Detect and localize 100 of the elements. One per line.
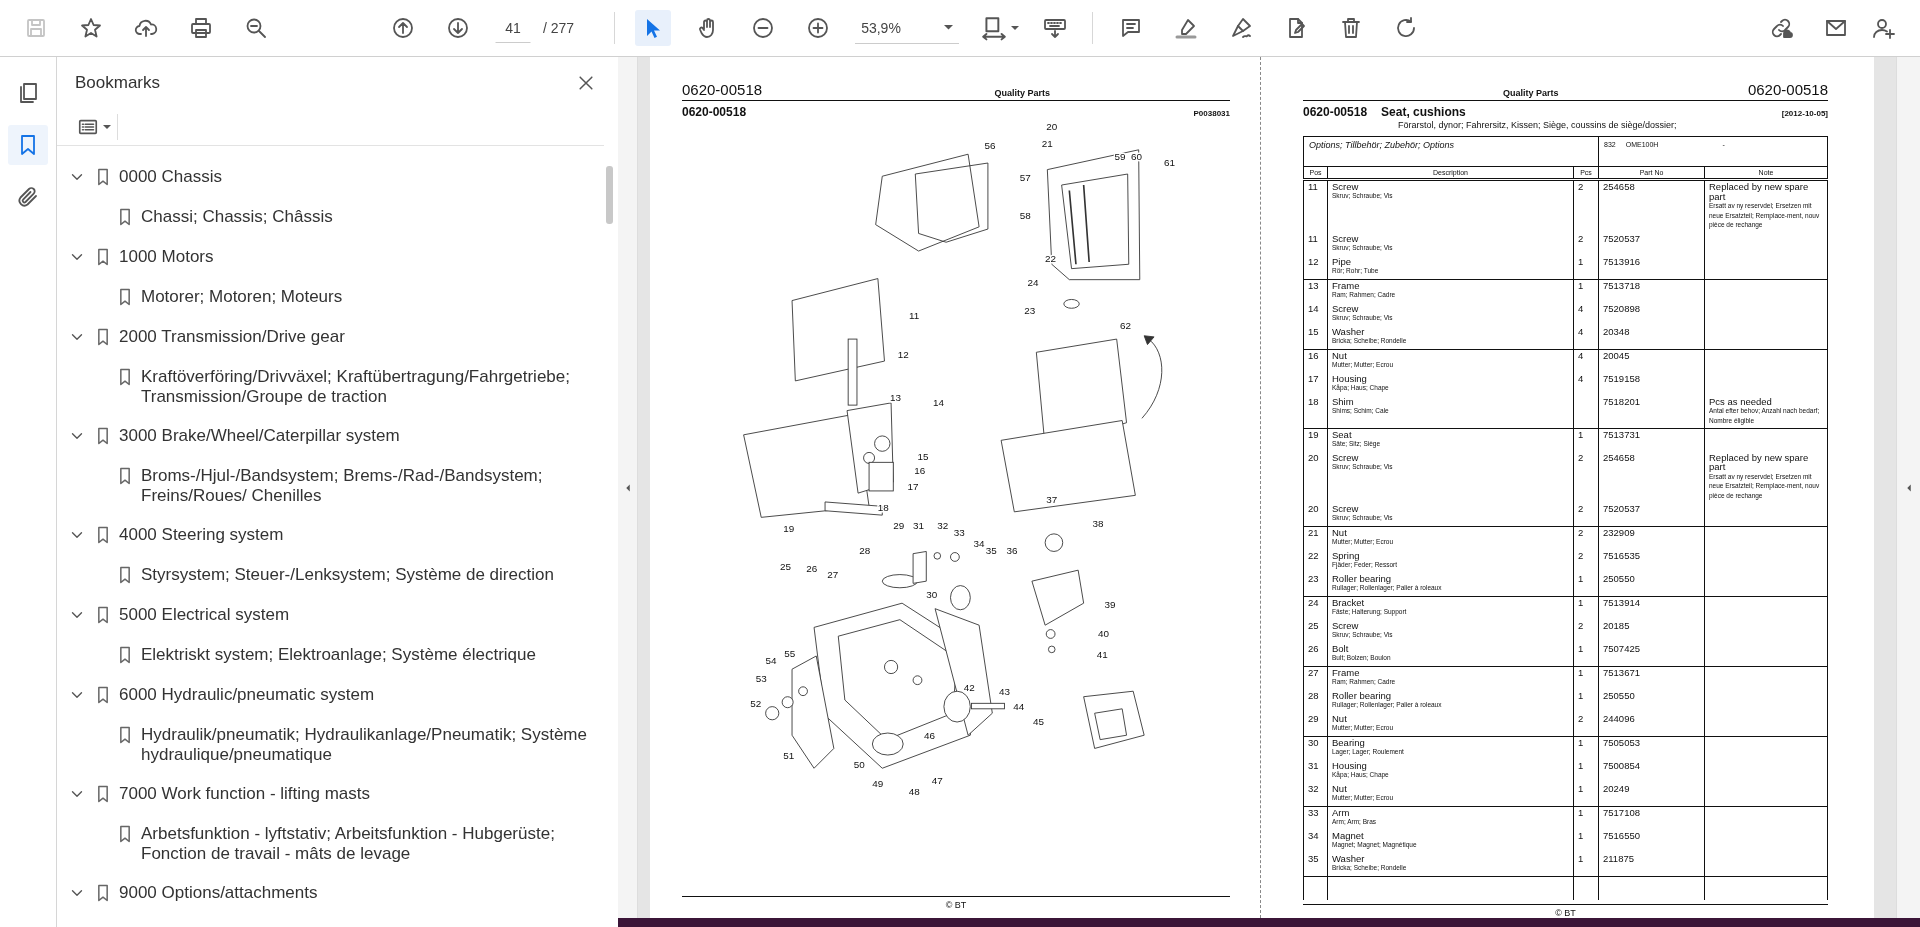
callout-number: 21 xyxy=(1041,137,1053,149)
table-cell: 35 xyxy=(1303,853,1328,877)
page-fit-button[interactable] xyxy=(981,15,1020,41)
table-cell: 7520537 xyxy=(1598,232,1705,256)
bookmark-item[interactable]: Kraftöverföring/Drivväxel; Kraftübertragung/Fahrgetriebe; Transmission/Groupe de traction xyxy=(141,366,592,407)
table-cell: 12 xyxy=(1303,255,1328,280)
bookmark-item[interactable]: 0000 Chassis xyxy=(119,166,222,187)
callout-number: 61 xyxy=(1163,157,1175,169)
table-cell: 254658 xyxy=(1598,179,1705,233)
callout-number: 40 xyxy=(1097,628,1109,640)
bookmark-item[interactable]: Elektriskt system; Elektroanlage; Système électrique xyxy=(141,644,536,665)
table-cell: 7513718 xyxy=(1598,279,1705,303)
bookmark-item[interactable]: 3000 Brake/Wheel/Caterpillar system xyxy=(119,425,400,446)
caret-icon xyxy=(944,25,954,30)
page-header: Quality Parts xyxy=(1503,88,1559,98)
table-cell: 28 xyxy=(1303,690,1328,714)
table-cell: 24 xyxy=(1303,596,1328,621)
bookmark-item[interactable]: Motorer; Motoren; Moteurs xyxy=(141,286,343,307)
table-cell: 7516550 xyxy=(1598,830,1705,854)
table-cell: 20045 xyxy=(1598,349,1705,373)
page-footer: © BT xyxy=(1555,908,1576,919)
bookmark-item[interactable]: Hydraulik/pneumatik; Hydraulikanlage/Pneumatik; Système hydraulique/pneumatique xyxy=(141,724,592,765)
bookmark-item[interactable]: 9000 Options/attachments xyxy=(119,882,318,903)
table-cell: 34 xyxy=(1303,830,1328,854)
part-name: Screw xyxy=(1332,504,1360,515)
bookmark-item[interactable]: 2000 Transmission/Drive gear xyxy=(119,326,345,347)
table-cell: 7518201 xyxy=(1598,395,1705,429)
bookmark-item[interactable]: Styrsystem; Steuer-/Lenksystem; Système de direction xyxy=(141,564,554,585)
table-cell: 1 xyxy=(1573,573,1599,597)
part-name: Roller bearing xyxy=(1332,691,1392,702)
table-cell: 11 xyxy=(1303,232,1328,256)
table-cell: 1 xyxy=(1573,255,1599,280)
revision-date: [2012-10-05] xyxy=(1781,109,1828,118)
callout-number: 26 xyxy=(806,563,818,575)
table-cell: 2 xyxy=(1573,232,1599,256)
part-name: Nut xyxy=(1332,350,1348,361)
options-label: Options; Tillbehör; Zubehör; Options xyxy=(1309,140,1454,150)
bookmark-item[interactable]: Broms-/Hjul-/Bandsystem; Brems-/Rad-/Bandsystem; Freins/Roues/ Chenilles xyxy=(141,465,592,506)
print-icon xyxy=(189,16,213,40)
part-name: Frame xyxy=(1332,668,1361,679)
bookmark-item[interactable]: Chassi; Chassis; Châssis xyxy=(141,206,333,227)
scrollbar-thumb[interactable] xyxy=(606,166,613,224)
table-cell: 21 xyxy=(1303,526,1328,551)
table-cell: 2 xyxy=(1573,503,1599,527)
bookmark-item[interactable]: 4000 Steering system xyxy=(119,524,284,545)
table-cell: 1 xyxy=(1573,596,1599,621)
part-name: Screw xyxy=(1332,182,1360,193)
table-cell: 7500854 xyxy=(1598,760,1705,784)
table-cell: 254658 xyxy=(1598,451,1705,504)
part-name: Bracket xyxy=(1332,598,1366,609)
zoom-in-icon xyxy=(806,16,831,40)
page-footer: © BT xyxy=(945,900,967,910)
table-cell: 20249 xyxy=(1598,783,1705,807)
table-cell: 29 xyxy=(1303,713,1328,737)
section-title: Seat, cushions xyxy=(1381,105,1466,119)
table-cell: 17 xyxy=(1303,372,1328,396)
callout-number: 49 xyxy=(872,777,884,789)
bookmark-item[interactable]: Arbetsfunktion - lyftstativ; Arbeitsfunktion - Hubgerüste; Fonction de travail - mâts de levage xyxy=(141,823,592,864)
bookmark-item[interactable]: 7000 Work function - lifting masts xyxy=(119,783,370,804)
callout-number: 47 xyxy=(931,774,943,786)
callout-number: 31 xyxy=(913,520,925,532)
table-cell: 2 xyxy=(1573,620,1599,644)
table-cell: 7505053 xyxy=(1598,736,1705,761)
table-cell: 15 xyxy=(1303,325,1328,350)
bookmark-item[interactable]: 1000 Motors xyxy=(119,246,214,267)
table-cell: 31 xyxy=(1303,760,1328,784)
table-cell: 20348 xyxy=(1598,325,1705,350)
table-cell: 26 xyxy=(1303,643,1328,667)
highlight-icon xyxy=(1174,16,1199,40)
section-number: 0620-00518 xyxy=(1303,105,1368,119)
bookmark-item[interactable]: 6000 Hydraulic/pneumatic system xyxy=(119,684,375,705)
callout-number: 43 xyxy=(998,685,1010,697)
callout-number: 34 xyxy=(973,538,985,550)
part-name: Nut xyxy=(1332,784,1348,795)
table-cell: 19 xyxy=(1303,428,1328,452)
part-name: Screw xyxy=(1332,303,1360,314)
callout-number: 38 xyxy=(1092,518,1104,530)
bookmark-item[interactable]: 5000 Electrical system xyxy=(119,604,290,625)
table-cell: 1 xyxy=(1573,760,1599,784)
callout-number: 12 xyxy=(897,348,909,360)
table-cell: 4 xyxy=(1573,325,1599,350)
callout-number: 57 xyxy=(1019,171,1031,183)
callout-number: 37 xyxy=(1046,494,1058,506)
zoom-dropdown[interactable]: 53,9% xyxy=(855,12,960,44)
section-subtitle: Förarstol, dynor; Fahrersitz, Kissen; Siège, coussins de siège/dossier; xyxy=(1398,120,1678,130)
part-name: Frame xyxy=(1332,280,1361,291)
table-cell: 1 xyxy=(1573,736,1599,761)
note-text: Replaced by new spare part xyxy=(1709,452,1810,472)
table-cell: 1 xyxy=(1573,830,1599,854)
table-cell: 250550 xyxy=(1598,573,1705,597)
table-cell: 2 xyxy=(1573,179,1599,233)
table-cell: 211875 xyxy=(1598,853,1705,877)
callout-number: 14 xyxy=(932,397,944,409)
bookmarks-tab[interactable] xyxy=(8,125,48,165)
table-cell: 7513731 xyxy=(1598,428,1705,452)
callout-number: 33 xyxy=(953,527,965,539)
select-tool-button[interactable] xyxy=(635,10,672,46)
table-cell: 4 xyxy=(1573,372,1599,396)
callout-number: 42 xyxy=(963,682,975,694)
zoom-search-icon xyxy=(244,16,268,40)
